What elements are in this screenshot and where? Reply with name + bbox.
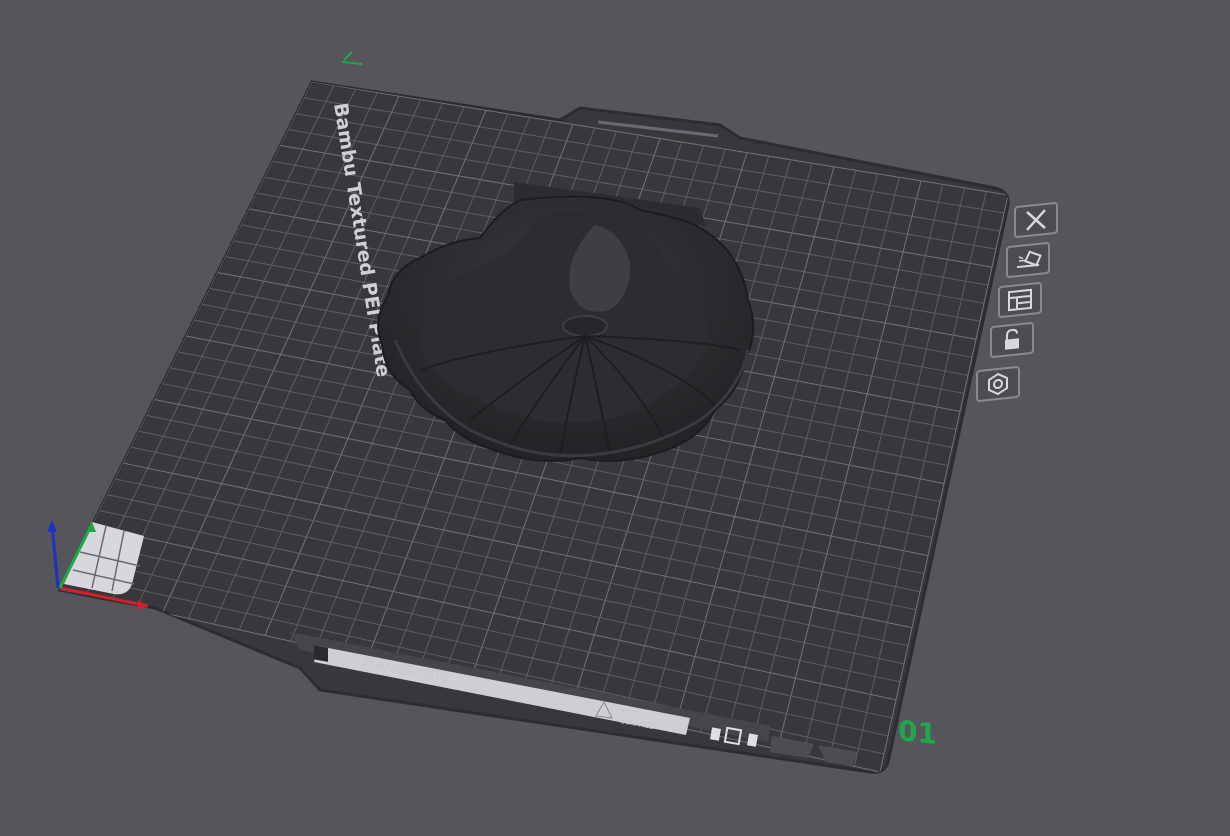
plate-settings-button[interactable]	[976, 365, 1020, 403]
auto-orient-button[interactable]	[1006, 241, 1050, 279]
plate-number[interactable]: 01	[898, 714, 937, 751]
hex-settings-icon	[988, 372, 1008, 396]
y-axis-label-icon	[341, 51, 363, 65]
auto-orient-icon	[1017, 250, 1042, 269]
3d-viewport[interactable]: Bambu Textured PEI Plate PLA/ABS/PETG HO…	[0, 0, 1230, 836]
close-icon	[1026, 209, 1046, 231]
lock-plate-button[interactable]	[990, 321, 1034, 359]
arrange-icon	[1008, 288, 1032, 312]
lock-icon	[1005, 328, 1019, 350]
arrange-button[interactable]	[998, 281, 1042, 319]
close-plate-button[interactable]	[1014, 201, 1058, 239]
